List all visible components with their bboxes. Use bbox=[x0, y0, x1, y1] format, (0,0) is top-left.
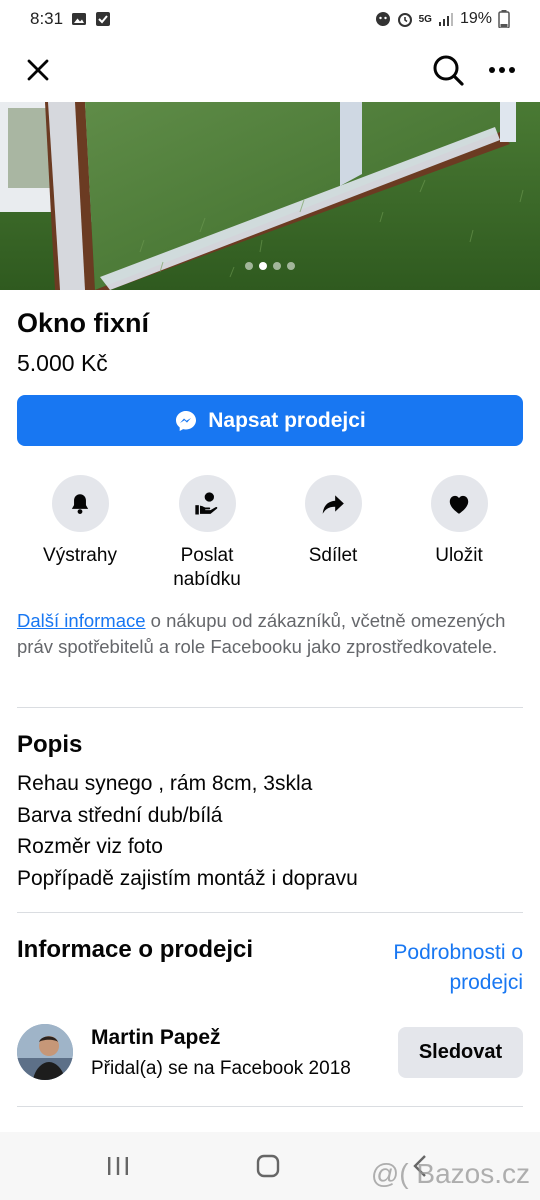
seller-details-link-line: prodejci bbox=[449, 971, 523, 994]
description-line: Rehau synego , rám 8cm, 3skla bbox=[17, 772, 313, 795]
check-notification-icon bbox=[95, 11, 111, 27]
seller-details-link[interactable]: Podrobnosti o prodejci bbox=[393, 938, 523, 998]
more-icon[interactable] bbox=[482, 50, 522, 90]
alerts-label: Výstrahy bbox=[43, 545, 117, 566]
follow-button[interactable]: Sledovat bbox=[398, 1027, 523, 1078]
battery-icon bbox=[498, 10, 510, 28]
alarm-icon bbox=[397, 11, 413, 27]
description-heading: Popis bbox=[17, 731, 83, 758]
description-line: Rozměr viz foto bbox=[17, 835, 163, 858]
recents-icon[interactable] bbox=[98, 1146, 138, 1186]
gallery-notification-icon bbox=[71, 11, 87, 27]
photo-dot-active[interactable] bbox=[259, 262, 267, 270]
description-body: Rehau synego , rám 8cm, 3skla Barva stře… bbox=[17, 768, 358, 894]
top-bar bbox=[0, 38, 540, 102]
status-time: 8:31 bbox=[30, 9, 64, 28]
battery-percent: 19% bbox=[459, 10, 492, 27]
save-button[interactable]: Uložit bbox=[394, 475, 524, 568]
save-label: Uložit bbox=[435, 545, 483, 566]
home-icon[interactable] bbox=[248, 1146, 288, 1186]
listing-photo[interactable] bbox=[0, 102, 540, 290]
photo-dot[interactable] bbox=[287, 262, 295, 270]
share-label: Sdílet bbox=[308, 545, 358, 566]
listing-title: Okno fixní bbox=[17, 308, 150, 338]
divider bbox=[17, 912, 523, 913]
status-bar: 8:31 5G 19% bbox=[0, 0, 540, 38]
heart-icon bbox=[430, 475, 488, 532]
photo-dot[interactable] bbox=[273, 262, 281, 270]
consumer-info-text: Další informace o nákupu od zákazníků, v… bbox=[17, 608, 523, 660]
message-seller-button[interactable]: Napsat prodejci bbox=[17, 395, 523, 446]
offer-icon bbox=[178, 475, 236, 532]
listing-price: 5.000 Kč bbox=[17, 350, 108, 376]
photo-pagination bbox=[0, 262, 540, 270]
search-icon[interactable] bbox=[428, 50, 468, 90]
seller-name[interactable]: Martin Papež bbox=[91, 1026, 221, 1050]
seller-joined: Přidal(a) se na Facebook 2018 bbox=[91, 1058, 351, 1079]
divider bbox=[17, 1106, 523, 1107]
description-line: Barva střední dub/bílá bbox=[17, 803, 223, 827]
avatar[interactable] bbox=[17, 1024, 73, 1080]
divider bbox=[17, 707, 523, 708]
seller-details-link-line: Podrobnosti o bbox=[393, 941, 523, 964]
send-offer-button[interactable]: Poslat nabídku bbox=[142, 475, 272, 592]
network-type: 5G bbox=[418, 13, 432, 25]
signal-icon bbox=[438, 12, 454, 26]
bazos-watermark: @( Bazos.cz bbox=[370, 1158, 530, 1189]
send-offer-label: Poslat nabídku bbox=[173, 545, 241, 590]
messenger-icon bbox=[174, 409, 198, 433]
message-seller-label: Napsat prodejci bbox=[208, 408, 366, 432]
more-info-link[interactable]: Další informace bbox=[17, 610, 146, 631]
description-line: Popřípadě zajistím montáž i dopravu bbox=[17, 866, 358, 890]
alerts-button[interactable]: Výstrahy bbox=[15, 475, 145, 568]
close-icon[interactable] bbox=[18, 50, 58, 90]
system-nav-bar: @( Bazos.cz bbox=[0, 1132, 540, 1200]
assistant-icon bbox=[375, 11, 391, 27]
share-icon bbox=[304, 475, 362, 532]
photo-dot[interactable] bbox=[245, 262, 253, 270]
seller-row: Martin Papež Přidal(a) se na Facebook 20… bbox=[17, 1022, 523, 1082]
seller-info-heading: Informace o prodejci bbox=[17, 936, 254, 963]
share-button[interactable]: Sdílet bbox=[268, 475, 398, 568]
bell-icon bbox=[51, 475, 109, 532]
